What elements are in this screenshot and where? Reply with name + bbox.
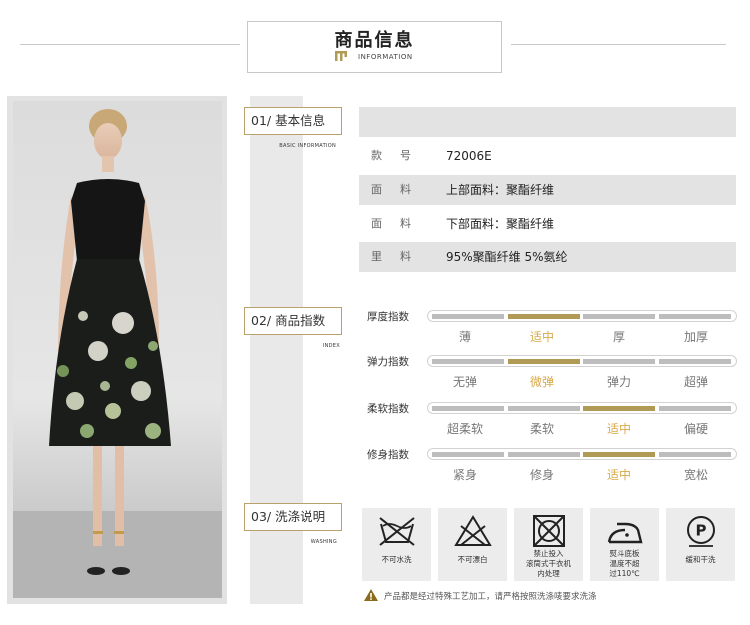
index-segment-selected	[507, 359, 580, 364]
warning-icon	[364, 589, 378, 601]
index-option-selected: 适中	[606, 422, 631, 436]
index-option: 加厚	[683, 330, 708, 344]
no-hand-wash-icon	[362, 514, 431, 548]
wash-card: 不可漂白	[438, 508, 507, 581]
index-segment	[658, 452, 731, 457]
info-table-header	[359, 107, 736, 137]
index-option: 宽松	[683, 468, 708, 482]
washing-note: 产品都是经过特殊工艺加工，请严格按照洗涤唛要求洗涤	[384, 592, 597, 602]
page-title: 商品信息	[334, 30, 415, 51]
dry-clean-icon: P	[666, 514, 735, 548]
index-option: 偏硬	[683, 422, 708, 436]
info-label: 里料	[371, 250, 429, 263]
info-label: 面料	[371, 183, 429, 196]
iron-low-temp-icon	[590, 514, 659, 548]
index-segment	[583, 359, 655, 364]
info-label: 款号	[371, 149, 429, 162]
wash-text: 熨斗底板 温度不超 过110℃	[609, 549, 640, 578]
index-segment	[507, 452, 580, 457]
index-segment	[432, 359, 504, 364]
index-option: 厚	[612, 330, 625, 344]
wash-text: 不可漂白	[457, 555, 488, 564]
wash-text: 缓和干洗	[685, 555, 716, 564]
index-label: 修身指数	[367, 449, 409, 461]
section-header: 商品信息 INFORMATION	[247, 21, 502, 73]
index-option: 柔软	[529, 422, 554, 436]
wash-text: 禁止投入 滚筒式干衣机 内处理	[526, 549, 571, 578]
index-segment	[658, 359, 731, 364]
section-washing-sub: WASHING	[310, 539, 337, 545]
section-index-label: 02/ 商品指数	[244, 307, 342, 335]
info-label: 面料	[371, 217, 429, 230]
index-segment	[432, 406, 504, 411]
wash-card: 禁止投入 滚筒式干衣机 内处理	[514, 508, 583, 581]
index-option-selected: 微弹	[529, 375, 554, 389]
index-option: 薄	[458, 330, 471, 344]
wash-text: 不可水洗	[381, 555, 412, 564]
index-segment-selected	[507, 314, 580, 319]
page-subtitle: INFORMATION	[358, 53, 413, 61]
index-segment	[507, 406, 580, 411]
info-row: 里料 95%聚酯纤维 5%氨纶	[359, 242, 736, 272]
info-value: 95%聚酯纤维 5%氨纶	[446, 250, 568, 264]
index-option: 修身	[529, 468, 554, 482]
index-segment	[658, 314, 731, 319]
section-index-sub: INDEX	[322, 343, 340, 349]
index-label: 弹力指数	[367, 356, 409, 368]
info-row: 面料 下部面料：聚酯纤维	[359, 209, 736, 239]
index-segment-selected	[583, 406, 655, 411]
info-row: 面料 上部面料：聚酯纤维	[359, 175, 736, 205]
info-row: 款号 72006E	[359, 141, 736, 171]
index-segment	[583, 314, 655, 319]
index-bar	[427, 355, 737, 367]
info-value: 72006E	[446, 149, 492, 163]
index-segment-selected	[583, 452, 655, 457]
index-segment	[432, 314, 504, 319]
section-washing-label: 03/ 洗涤说明	[244, 503, 342, 531]
index-option-selected: 适中	[529, 330, 554, 344]
index-option: 超柔软	[446, 422, 483, 436]
index-segment	[658, 406, 731, 411]
index-option: 紧身	[452, 468, 477, 482]
section-basic-info-sub: BASIC INFORMATION	[279, 143, 336, 149]
no-bleach-icon	[438, 514, 507, 548]
header-divider-left	[20, 44, 240, 45]
header-divider-right	[511, 44, 726, 45]
no-tumble-dry-icon	[514, 514, 583, 548]
wash-card: P 缓和干洗	[666, 508, 735, 581]
index-label: 厚度指数	[367, 311, 409, 323]
svg-text:P: P	[695, 522, 706, 540]
index-option-selected: 适中	[606, 468, 631, 482]
product-photo	[13, 101, 222, 598]
wash-card: 不可水洗	[362, 508, 431, 581]
index-bar	[427, 402, 737, 414]
wash-card: 熨斗底板 温度不超 过110℃	[590, 508, 659, 581]
index-bar	[427, 448, 737, 460]
section-basic-info-label: 01/ 基本信息	[244, 107, 342, 135]
index-bar	[427, 310, 737, 322]
brand-mark-icon	[335, 51, 347, 61]
index-segment	[432, 452, 504, 457]
index-option: 无弹	[452, 375, 477, 389]
index-label: 柔软指数	[367, 403, 409, 415]
info-value: 上部面料：聚酯纤维	[446, 183, 555, 197]
info-value: 下部面料：聚酯纤维	[446, 217, 555, 231]
index-option: 超弹	[683, 375, 708, 389]
index-option: 弹力	[606, 375, 631, 389]
